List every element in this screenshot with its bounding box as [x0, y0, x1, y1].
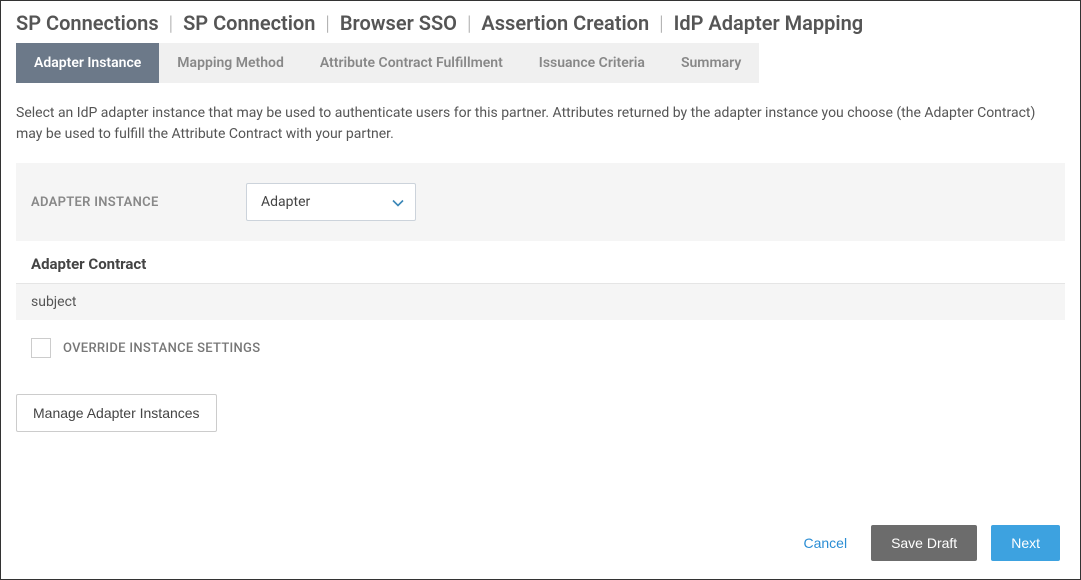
override-checkbox[interactable]: [31, 338, 51, 358]
override-label: OVERRIDE INSTANCE SETTINGS: [63, 341, 260, 356]
adapter-contract-item: subject: [16, 284, 1065, 320]
tab-summary[interactable]: Summary: [663, 43, 759, 83]
breadcrumb-item[interactable]: SP Connection: [183, 11, 315, 35]
tab-mapping-method[interactable]: Mapping Method: [159, 43, 302, 83]
cancel-button[interactable]: Cancel: [793, 527, 857, 559]
breadcrumb-item[interactable]: Browser SSO: [340, 11, 457, 35]
tab-bar: Adapter Instance Mapping Method Attribut…: [1, 43, 1080, 83]
manage-adapter-instances-button[interactable]: Manage Adapter Instances: [16, 394, 217, 432]
next-button[interactable]: Next: [991, 525, 1060, 561]
footer-actions: Cancel Save Draft Next: [793, 525, 1060, 561]
tab-attribute-contract-fulfillment[interactable]: Attribute Contract Fulfillment: [302, 43, 521, 83]
adapter-instance-row: ADAPTER INSTANCE Adapter: [16, 163, 1065, 241]
breadcrumb-separator: |: [659, 11, 663, 35]
breadcrumb-item[interactable]: IdP Adapter Mapping: [674, 11, 864, 35]
adapter-instance-label: ADAPTER INSTANCE: [31, 195, 246, 210]
tab-description: Select an IdP adapter instance that may …: [1, 83, 1080, 163]
tab-adapter-instance[interactable]: Adapter Instance: [16, 43, 159, 83]
override-row: OVERRIDE INSTANCE SETTINGS: [16, 320, 1065, 376]
breadcrumb-item[interactable]: SP Connections: [16, 11, 159, 35]
breadcrumb-separator: |: [169, 11, 173, 35]
breadcrumb-item[interactable]: Assertion Creation: [481, 11, 649, 35]
adapter-instance-select[interactable]: Adapter: [246, 183, 416, 221]
save-draft-button[interactable]: Save Draft: [871, 525, 977, 561]
breadcrumb-separator: |: [325, 11, 329, 35]
breadcrumb-separator: |: [467, 11, 471, 35]
adapter-instance-value[interactable]: Adapter: [246, 183, 416, 221]
tab-issuance-criteria[interactable]: Issuance Criteria: [521, 43, 663, 83]
breadcrumb: SP Connections | SP Connection | Browser…: [1, 1, 1080, 43]
adapter-contract-header: Adapter Contract: [16, 241, 1065, 284]
